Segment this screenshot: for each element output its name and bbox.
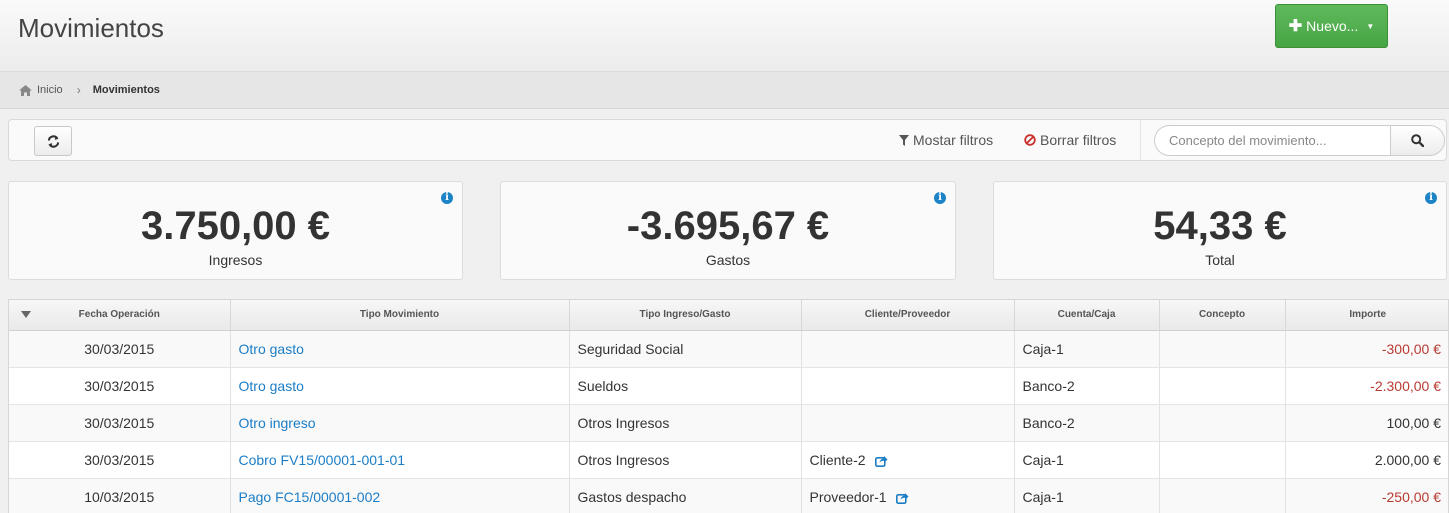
movement-type-link[interactable]: Otro gasto — [239, 378, 304, 394]
stat-value: 54,33 € — [1153, 204, 1287, 248]
breadcrumb-current: Movimientos — [92, 84, 160, 96]
cell-importe: -300,00 € — [1285, 330, 1448, 368]
cell-tipo: Cobro FV15/00001-001-01 — [230, 441, 570, 479]
movement-type-link[interactable]: Otro ingreso — [239, 415, 316, 431]
new-button-label: Nuevo... — [1306, 18, 1359, 34]
supplier-name: Proveedor-1 — [809, 488, 887, 505]
stat-value: 3.750,00 € — [140, 204, 331, 248]
toolbar: Mostar filtros Borrar filtros — [8, 119, 1447, 161]
movement-type-link[interactable]: Pago FC15/00001-002 — [239, 489, 381, 505]
refresh-icon — [47, 134, 59, 148]
movement-type-link[interactable]: Cobro FV15/00001-001-01 — [239, 452, 406, 468]
table-row: 30/03/2015 Otro gasto Sueldos Banco-2 -2… — [9, 367, 1448, 405]
column-header-tipo[interactable]: Tipo Movimiento — [230, 300, 570, 331]
show-filters-link[interactable]: Mostar filtros — [899, 132, 993, 148]
refresh-button[interactable] — [34, 126, 72, 156]
table-row: 30/03/2015 Otro gasto Seguridad Social C… — [9, 330, 1448, 368]
cell-cuenta: Caja-1 — [1014, 478, 1160, 513]
plus-icon: ✚ — [1288, 18, 1303, 35]
filter-icon — [899, 134, 909, 146]
clear-filters-label: Borrar filtros — [1040, 132, 1117, 148]
search-group — [1154, 125, 1445, 156]
movement-type-link[interactable]: Otro gasto — [239, 341, 304, 357]
breadcrumb-home-link[interactable]: Inicio — [37, 84, 63, 96]
external-link-icon[interactable] — [875, 455, 888, 467]
search-icon — [1411, 134, 1424, 147]
sort-desc-icon — [21, 311, 31, 318]
cell-ingreso-gasto: Seguridad Social — [569, 330, 802, 368]
cell-concepto — [1159, 478, 1286, 513]
cell-ingreso-gasto: Sueldos — [569, 367, 802, 405]
toolbar-divider — [1140, 120, 1141, 160]
cell-cliente — [801, 367, 1015, 405]
cell-fecha: 30/03/2015 — [9, 330, 231, 368]
column-header-concepto[interactable]: Concepto — [1159, 300, 1286, 331]
stat-card-gastos: i -3.695,67 € Gastos — [500, 181, 956, 280]
cell-fecha: 30/03/2015 — [9, 367, 231, 405]
stat-card-total: i 54,33 € Total — [993, 181, 1447, 280]
cell-cuenta: Banco-2 — [1014, 367, 1160, 405]
cell-cliente — [801, 330, 1015, 368]
cell-cliente — [801, 404, 1015, 442]
home-icon — [19, 84, 32, 96]
info-icon[interactable]: i — [441, 192, 453, 204]
stat-card-ingresos: i 3.750,00 € Ingresos — [8, 181, 463, 280]
info-icon[interactable]: i — [934, 192, 946, 204]
cell-tipo: Pago FC15/00001-002 — [230, 478, 570, 513]
cell-importe: -2.300,00 € — [1285, 367, 1448, 405]
cell-cuenta: Caja-1 — [1014, 441, 1160, 479]
cell-concepto — [1159, 330, 1286, 368]
clear-filters-link[interactable]: Borrar filtros — [1024, 132, 1116, 148]
column-header-fecha[interactable]: Fecha Operación — [9, 300, 231, 331]
cell-ingreso-gasto: Otros Ingresos — [569, 404, 802, 442]
column-header-ingreso-gasto[interactable]: Tipo Ingreso/Gasto — [569, 300, 802, 331]
table-header-row: Fecha Operación Tipo Movimiento Tipo Ing… — [9, 300, 1448, 331]
table-row: 30/03/2015 Cobro FV15/00001-001-01 Otros… — [9, 441, 1448, 479]
cell-cliente: Cliente-2 — [801, 441, 1015, 479]
cell-importe: 2.000,00 € — [1285, 441, 1448, 479]
cell-concepto — [1159, 404, 1286, 442]
cell-importe: 100,00 € — [1285, 404, 1448, 442]
stat-label: Total — [1205, 252, 1235, 268]
cell-ingreso-gasto: Otros Ingresos — [569, 441, 802, 479]
cell-tipo: Otro gasto — [230, 367, 570, 405]
external-link-icon[interactable] — [896, 492, 909, 504]
page-header: Movimientos ✚ Nuevo... ▼ — [0, 0, 1449, 72]
stat-value: -3.695,67 € — [626, 204, 830, 248]
cell-ingreso-gasto: Gastos despacho — [569, 478, 802, 513]
cell-tipo: Otro gasto — [230, 330, 570, 368]
page-title: Movimientos — [18, 13, 164, 43]
show-filters-label: Mostar filtros — [913, 132, 994, 148]
table-row: 30/03/2015 Otro ingreso Otros Ingresos B… — [9, 404, 1448, 442]
column-header-importe[interactable]: Importe — [1285, 300, 1448, 331]
search-button[interactable] — [1390, 125, 1445, 156]
cell-fecha: 10/03/2015 — [9, 478, 231, 513]
cell-concepto — [1159, 367, 1286, 405]
chevron-right-icon: › — [76, 83, 81, 97]
cell-cuenta: Banco-2 — [1014, 404, 1160, 442]
stat-label: Ingresos — [208, 252, 263, 268]
cell-fecha: 30/03/2015 — [9, 404, 231, 442]
movements-table: Fecha Operación Tipo Movimiento Tipo Ing… — [8, 299, 1449, 513]
new-button[interactable]: ✚ Nuevo... ▼ — [1275, 4, 1388, 48]
column-header-cliente[interactable]: Cliente/Proveedor — [801, 300, 1015, 331]
breadcrumb: Inicio › Movimientos — [0, 72, 1449, 109]
cell-fecha: 30/03/2015 — [9, 441, 231, 479]
stat-label: Gastos — [705, 252, 751, 268]
table-row: 10/03/2015 Pago FC15/00001-002 Gastos de… — [9, 478, 1448, 513]
cell-cliente: Proveedor-1 — [801, 478, 1015, 513]
cell-cuenta: Caja-1 — [1014, 330, 1160, 368]
cell-importe: -250,00 € — [1285, 478, 1448, 513]
search-input[interactable] — [1154, 125, 1390, 156]
ban-icon — [1024, 134, 1036, 146]
cell-tipo: Otro ingreso — [230, 404, 570, 442]
column-header-cuenta[interactable]: Cuenta/Caja — [1014, 300, 1160, 331]
client-name: Cliente-2 — [809, 451, 866, 468]
cell-concepto — [1159, 441, 1286, 479]
caret-down-icon: ▼ — [1366, 21, 1375, 31]
info-icon[interactable]: i — [1425, 192, 1437, 204]
